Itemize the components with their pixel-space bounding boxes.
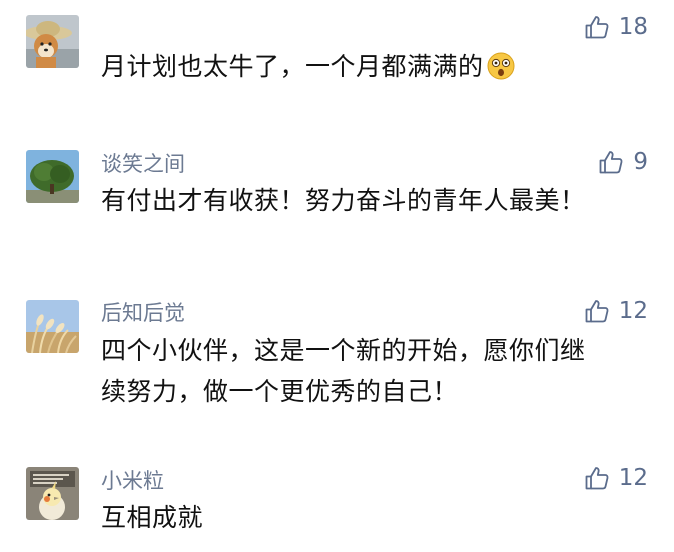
comment-text-line: 续努力，做一个更优秀的自己！ xyxy=(101,377,459,406)
avatar[interactable] xyxy=(26,300,79,353)
like-count: 9 xyxy=(633,149,648,175)
nickname[interactable]: 小米粒 xyxy=(101,468,164,494)
like-button[interactable]: 18 xyxy=(584,12,648,42)
comment-text: 互相成就 xyxy=(101,497,641,538)
shiba-dog-avatar-icon xyxy=(26,15,79,68)
comment-text-line: 有付出才有收获！努力奋斗的青年人最美！ xyxy=(101,186,586,215)
like-button[interactable]: 12 xyxy=(584,463,648,493)
comment-text: 有付出才有收获！努力奋斗的青年人最美！ xyxy=(101,180,641,221)
thumbs-up-icon xyxy=(585,16,609,39)
comment-text-line: 四个小伙伴，这是一个新的开始，愿你们继 xyxy=(101,336,586,365)
thumbs-up-icon xyxy=(585,300,609,323)
like-count: 18 xyxy=(618,14,648,40)
comment-text: 月计划也太牛了，一个月都满满的 xyxy=(101,46,641,87)
reeds-sky-avatar-icon xyxy=(26,300,79,353)
cockatiel-avatar-icon xyxy=(26,467,79,520)
avatar[interactable] xyxy=(26,15,79,68)
like-button[interactable]: 12 xyxy=(584,296,648,326)
like-button[interactable]: 9 xyxy=(598,147,648,177)
comment-item: 谈笑之间 有付出才有收获！努力奋斗的青年人最美！ 9 xyxy=(0,140,674,240)
nickname[interactable]: 后知后觉 xyxy=(101,300,185,326)
comment-item: 月计划也太牛了，一个月都满满的 18 xyxy=(0,0,674,110)
comment-text-line: 互相成就 xyxy=(101,503,204,532)
comment-item: 后知后觉 四个小伙伴，这是一个新的开始，愿你们继 续努力，做一个更优秀的自己！ … xyxy=(0,288,674,418)
astonished-face-icon xyxy=(487,52,515,80)
like-count: 12 xyxy=(618,298,648,324)
avatar[interactable] xyxy=(26,150,79,203)
comment-item: 小米粒 互相成就 12 xyxy=(0,455,674,552)
nickname[interactable]: 谈笑之间 xyxy=(101,151,185,177)
comment-text: 四个小伙伴，这是一个新的开始，愿你们继 续努力，做一个更优秀的自己！ xyxy=(101,330,641,412)
like-count: 12 xyxy=(618,465,648,491)
avatar[interactable] xyxy=(26,467,79,520)
comment-text-line: 月计划也太牛了，一个月都满满的 xyxy=(101,46,641,87)
thumbs-up-icon xyxy=(599,151,623,174)
tree-avatar-icon xyxy=(26,150,79,203)
thumbs-up-icon xyxy=(585,467,609,490)
